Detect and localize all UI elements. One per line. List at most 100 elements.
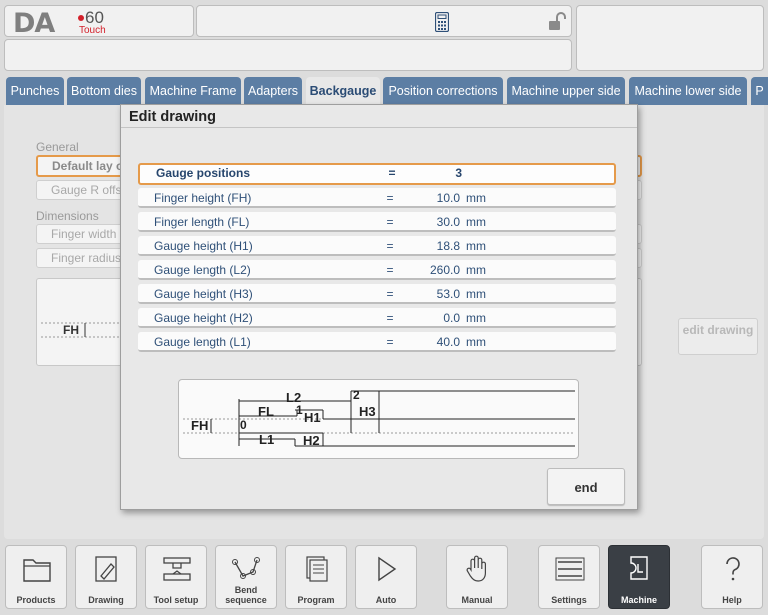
header-center (196, 5, 572, 37)
folder-icon (23, 559, 51, 582)
gauge-height-h3-row[interactable]: Gauge height (H3) = 53.0 mm (138, 284, 616, 304)
row-label: Gauge height (H1) (154, 239, 253, 253)
nav-label: Manual (461, 595, 493, 605)
row-equals: = (386, 239, 394, 253)
diagram-label-2: 2 (353, 388, 360, 402)
tab-machine-lower-side[interactable]: Machine lower side (629, 77, 747, 105)
nav-program[interactable]: Program (285, 545, 347, 609)
tab-machine-upper-side[interactable]: Machine upper side (507, 77, 625, 105)
hand-icon (466, 555, 486, 582)
row-equals: = (386, 335, 394, 349)
dialog-title: Edit drawing (129, 109, 216, 125)
diagram-label-fl: FL (258, 404, 274, 419)
diagram-label-h1: H1 (304, 410, 321, 425)
tab-machine-frame[interactable]: Machine Frame (145, 77, 241, 105)
play-icon (378, 556, 397, 582)
row-equals: = (388, 166, 396, 180)
gauge-length-l2-row[interactable]: Gauge length (L2) = 260.0 mm (138, 260, 616, 280)
nav-label: Program (297, 595, 335, 605)
nav-settings[interactable]: Settings (538, 545, 600, 609)
row-unit: mm (466, 263, 486, 277)
row-unit: mm (466, 215, 486, 229)
nav-machine[interactable]: Machine (608, 545, 670, 609)
gauge-positions-row[interactable]: Gauge positions = 3 (138, 163, 616, 185)
end-button[interactable]: end (547, 468, 625, 505)
row-value: 53.0 (436, 287, 460, 301)
logo-dot (78, 15, 84, 21)
tab-more[interactable]: P (751, 77, 768, 105)
section-general: General (36, 140, 79, 154)
gauge-height-h2-row[interactable]: Gauge height (H2) = 0.0 mm (138, 308, 616, 328)
nav-manual[interactable]: Manual (446, 545, 508, 609)
program-pages-icon (306, 556, 328, 582)
unlocked-padlock-icon[interactable] (547, 12, 567, 32)
row-value: 260.0 (429, 263, 460, 277)
diagram-label-h2: H2 (303, 433, 320, 448)
row-equals: = (386, 215, 394, 229)
row-unit: mm (466, 311, 486, 325)
finger-length-row[interactable]: Finger length (FL) = 30.0 mm (138, 212, 616, 232)
diagram-label-1: 1 (296, 403, 303, 417)
row-value: 30.0 (436, 215, 460, 229)
brand-logo: DA (13, 8, 55, 39)
row-equals: = (386, 263, 394, 277)
nav-label: Auto (375, 595, 397, 605)
row-label: Finger height (FH) (154, 191, 252, 205)
row-value: 0.0 (443, 311, 460, 325)
section-dimensions: Dimensions (36, 209, 99, 223)
row-label: Gauge height (H3) (154, 287, 253, 301)
model-variant: Touch (79, 25, 106, 36)
nav-label: Machine (620, 595, 657, 605)
nav-tool-setup[interactable]: Tool setup (145, 545, 207, 609)
nav-label: Tool setup (153, 595, 199, 605)
nav-auto[interactable]: Auto (355, 545, 417, 609)
tool-setup-icon (163, 557, 191, 581)
tab-backgauge[interactable]: Backgauge (306, 77, 380, 105)
row-value: 10.0 (436, 191, 460, 205)
backgauge-diagram: L2 2 FL 1 H1 H3 FH 0 L1 H2 (178, 379, 579, 459)
nav-products[interactable]: Products (5, 545, 67, 609)
row-equals: = (386, 311, 394, 325)
bend-sequence-icon (232, 557, 260, 579)
row-unit: mm (466, 239, 486, 253)
edit-drawing-button[interactable]: edit drawing (678, 318, 758, 355)
settings-list-icon (555, 557, 585, 581)
diagram-label-0: 0 (240, 418, 247, 432)
row-equals: = (386, 191, 394, 205)
machine-icon (630, 556, 648, 580)
nav-help[interactable]: Help (701, 545, 763, 609)
tab-punches[interactable]: Punches (6, 77, 64, 105)
nav-label: Help (722, 595, 742, 605)
nav-label: Drawing (88, 595, 124, 605)
tab-position-corrections[interactable]: Position corrections (383, 77, 503, 105)
calculator-icon[interactable] (435, 12, 449, 32)
row-unit: mm (466, 287, 486, 301)
dialog-separator (121, 127, 637, 128)
row-unit: mm (466, 335, 486, 349)
row-unit: mm (466, 191, 486, 205)
row-value: 40.0 (436, 335, 460, 349)
pencil-drawing-icon (95, 556, 117, 582)
gauge-length-l1-row[interactable]: Gauge length (L1) = 40.0 mm (138, 332, 616, 352)
logo-box: DA 60 Touch (4, 5, 194, 39)
nav-drawing[interactable]: Drawing (75, 545, 137, 609)
finger-height-row[interactable]: Finger height (FH) = 10.0 mm (138, 188, 616, 208)
row-value: 3 (455, 166, 462, 180)
tab-adapters[interactable]: Adapters (244, 77, 302, 105)
row-label: Gauge length (L1) (154, 335, 251, 349)
row-label: Finger length (FL) (154, 215, 250, 229)
edit-drawing-dialog: Edit drawing Gauge positions = 3 Finger … (120, 104, 638, 510)
tab-bottom-dies[interactable]: Bottom dies (67, 77, 141, 105)
nav-label: Bend sequence (225, 585, 267, 605)
help-icon (726, 557, 740, 581)
nav-label: Settings (551, 595, 587, 605)
nav-label: Products (16, 595, 56, 605)
row-value: 18.8 (436, 239, 460, 253)
diagram-label-fh: FH (191, 418, 209, 433)
row-equals: = (386, 287, 394, 301)
row-label: Gauge length (L2) (154, 263, 251, 277)
gauge-height-h1-row[interactable]: Gauge height (H1) = 18.8 mm (138, 236, 616, 256)
header-right-panel (576, 5, 764, 71)
nav-bend-sequence[interactable]: Bend sequence (215, 545, 277, 609)
row-label: Gauge positions (156, 166, 251, 180)
